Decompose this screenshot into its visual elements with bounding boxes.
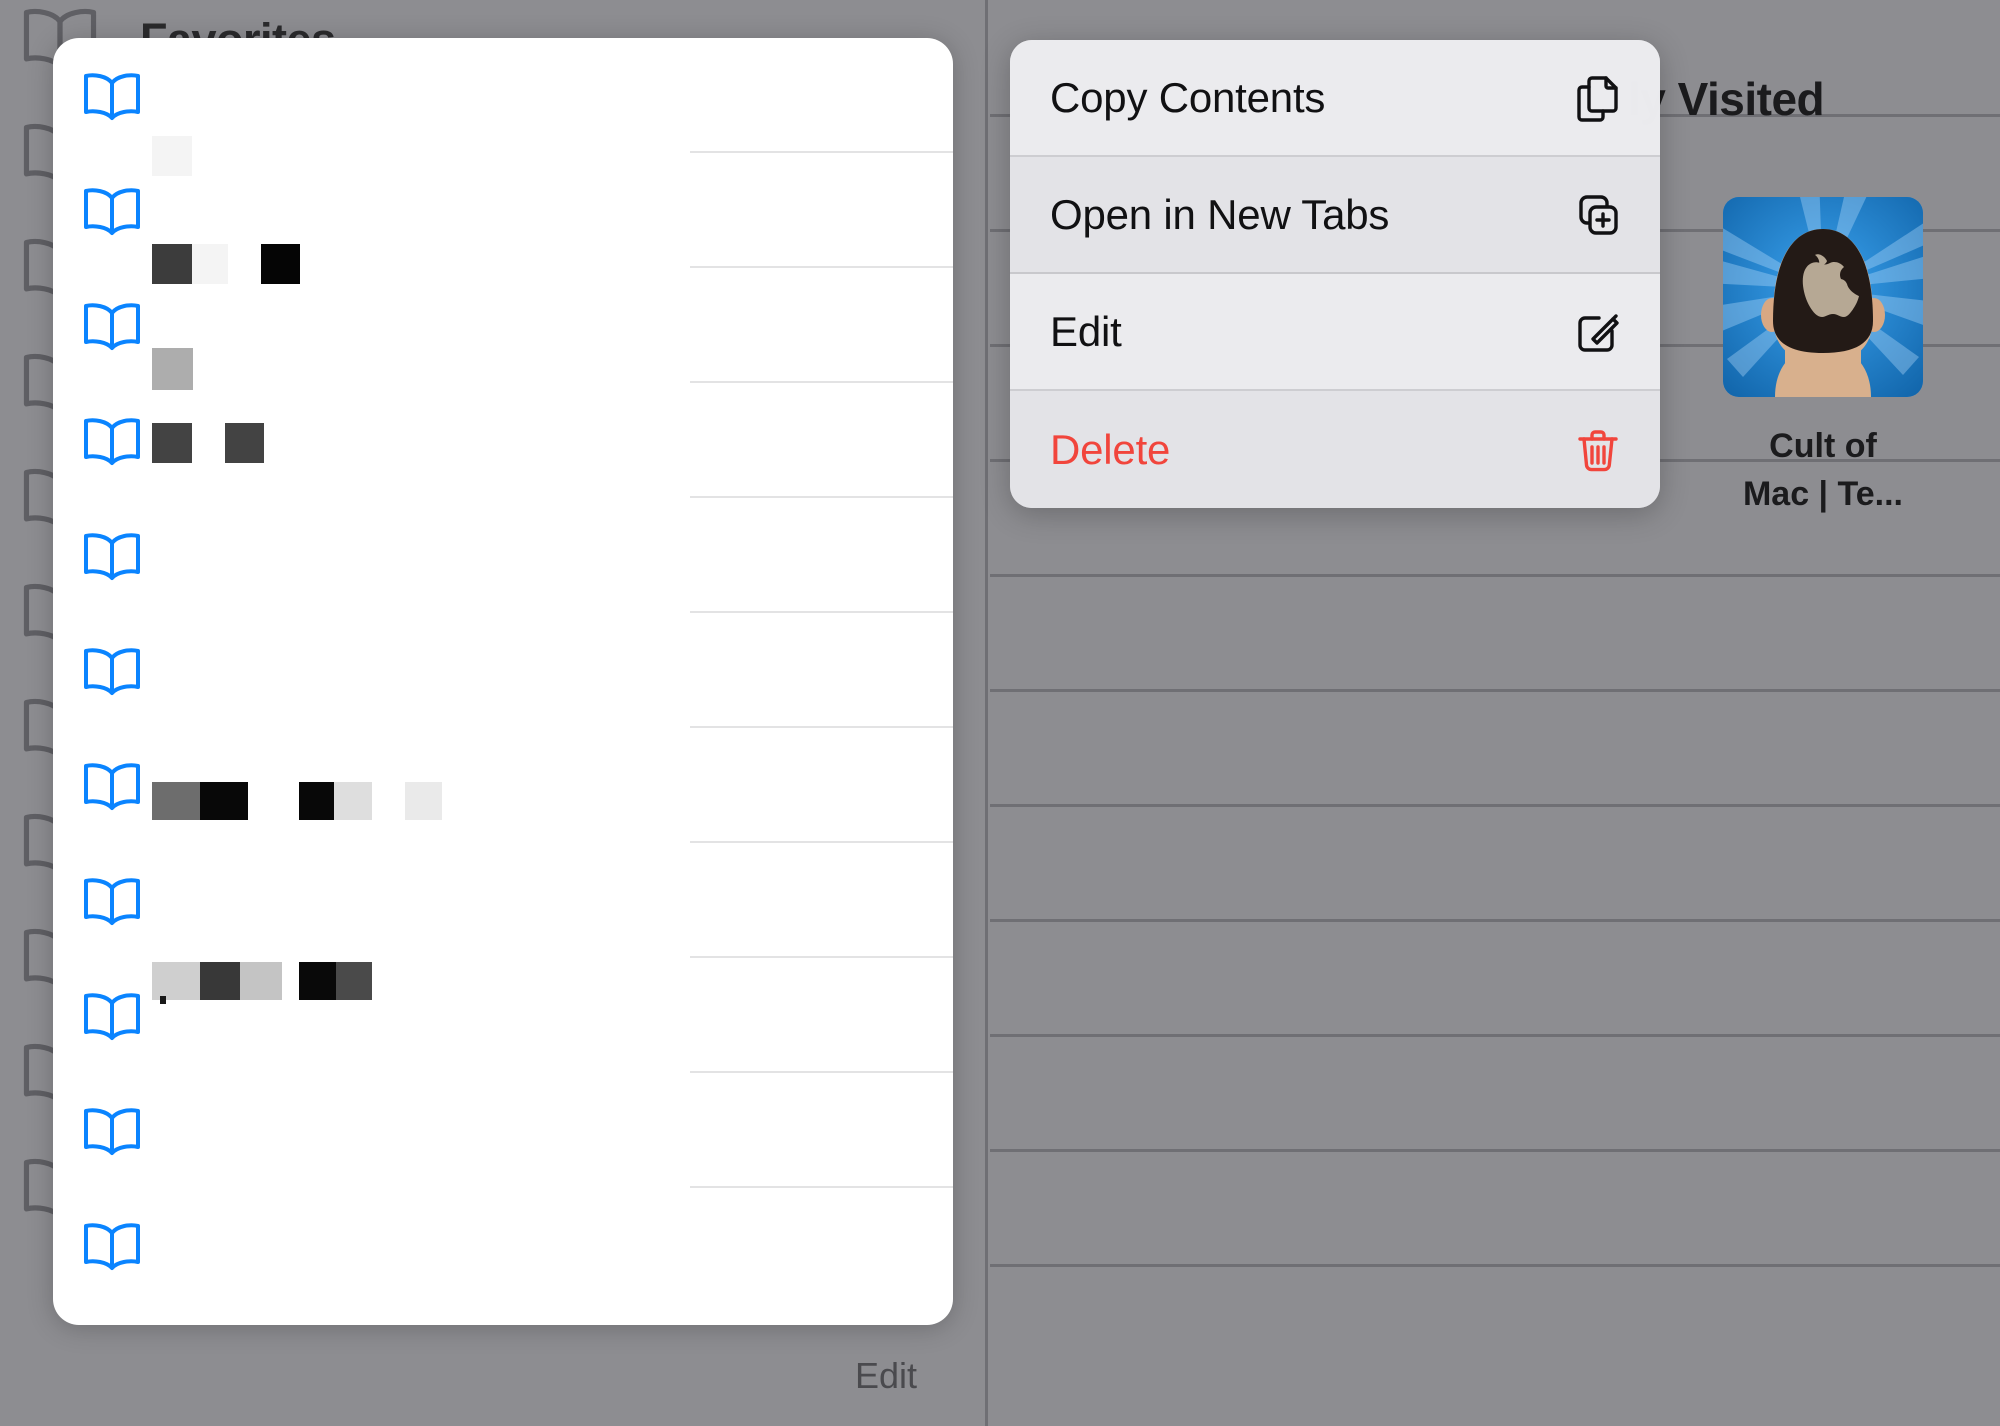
menu-item-open-in-new-tabs[interactable]: Open in New Tabs (1010, 157, 1660, 274)
redacted-bookmark-title (336, 962, 372, 1000)
redacted-bookmark-title (152, 782, 200, 820)
menu-item-copy-contents-label: Copy Contents (1050, 73, 1326, 121)
book-icon (81, 761, 143, 811)
context-menu[interactable]: Copy Contents Open in New Tabs Edit Dele… (1010, 40, 1660, 508)
bookmarks-list[interactable] (53, 38, 953, 1325)
menu-item-edit-label: Edit (1050, 307, 1122, 355)
bookmarks-folder-popover (53, 38, 953, 1325)
bookmark-row[interactable] (53, 843, 953, 958)
menu-item-delete-label: Delete (1050, 425, 1171, 473)
recently-visited-label-line2: Mac | Te... (1742, 475, 1904, 513)
background-row-separator (990, 1149, 2000, 1152)
menu-item-delete[interactable]: Delete (1010, 391, 1660, 508)
menu-item-edit[interactable]: Edit (1010, 274, 1660, 391)
redacted-bookmark-title (200, 962, 240, 1000)
screen: Favorites Edit ly Visited (0, 0, 2000, 1426)
sidebar-divider (985, 0, 988, 1426)
redacted-bookmark-title (299, 782, 334, 820)
edit-button[interactable]: Edit (855, 1355, 917, 1397)
bookmark-row[interactable] (53, 1188, 953, 1303)
redacted-bookmark-title (225, 423, 264, 463)
trash-icon (1572, 424, 1624, 476)
book-icon (81, 646, 143, 696)
bookmark-row[interactable] (53, 498, 953, 613)
redacted-bookmark-title (334, 782, 372, 820)
redacted-bookmark-title (160, 996, 166, 1004)
background-row-separator (990, 689, 2000, 692)
plus-square-on-square-icon (1572, 189, 1624, 241)
redacted-bookmark-title (152, 423, 192, 463)
menu-item-open-in-new-tabs-label: Open in New Tabs (1050, 190, 1390, 238)
book-icon (81, 991, 143, 1041)
redacted-bookmark-title (261, 244, 300, 284)
redacted-bookmark-title (240, 962, 282, 1000)
background-row-separator (990, 804, 2000, 807)
site-thumbnail (1723, 197, 1923, 397)
bookmark-row[interactable] (53, 1073, 953, 1188)
background-row-separator (990, 1034, 2000, 1037)
book-icon (81, 1221, 143, 1271)
redacted-bookmark-title (152, 244, 192, 284)
redacted-bookmark-title (152, 962, 200, 1000)
redacted-bookmark-title (200, 782, 248, 820)
book-icon (81, 71, 143, 121)
background-row-separator (990, 919, 2000, 922)
redacted-bookmark-title (152, 348, 193, 390)
recently-visited-item[interactable] (1723, 197, 1923, 397)
redacted-bookmark-title (299, 962, 336, 1000)
book-icon (81, 876, 143, 926)
redacted-bookmark-title (405, 782, 442, 820)
doc-on-doc-icon (1572, 72, 1624, 124)
recently-visited-label-line1: Cult of (1769, 427, 1877, 465)
recently-visited-item-label: Cult of Mac | Te... (1690, 422, 1956, 518)
background-row-separator (990, 1264, 2000, 1267)
background-row-separator (990, 574, 2000, 577)
square-and-pencil-icon (1572, 306, 1624, 358)
book-icon (81, 416, 143, 466)
book-icon (81, 531, 143, 581)
redacted-bookmark-title (192, 244, 228, 284)
book-icon (81, 186, 143, 236)
menu-item-copy-contents[interactable]: Copy Contents (1010, 40, 1660, 157)
redacted-bookmark-title (152, 136, 192, 176)
bookmark-row[interactable] (53, 613, 953, 728)
book-icon (81, 1106, 143, 1156)
book-icon (81, 301, 143, 351)
